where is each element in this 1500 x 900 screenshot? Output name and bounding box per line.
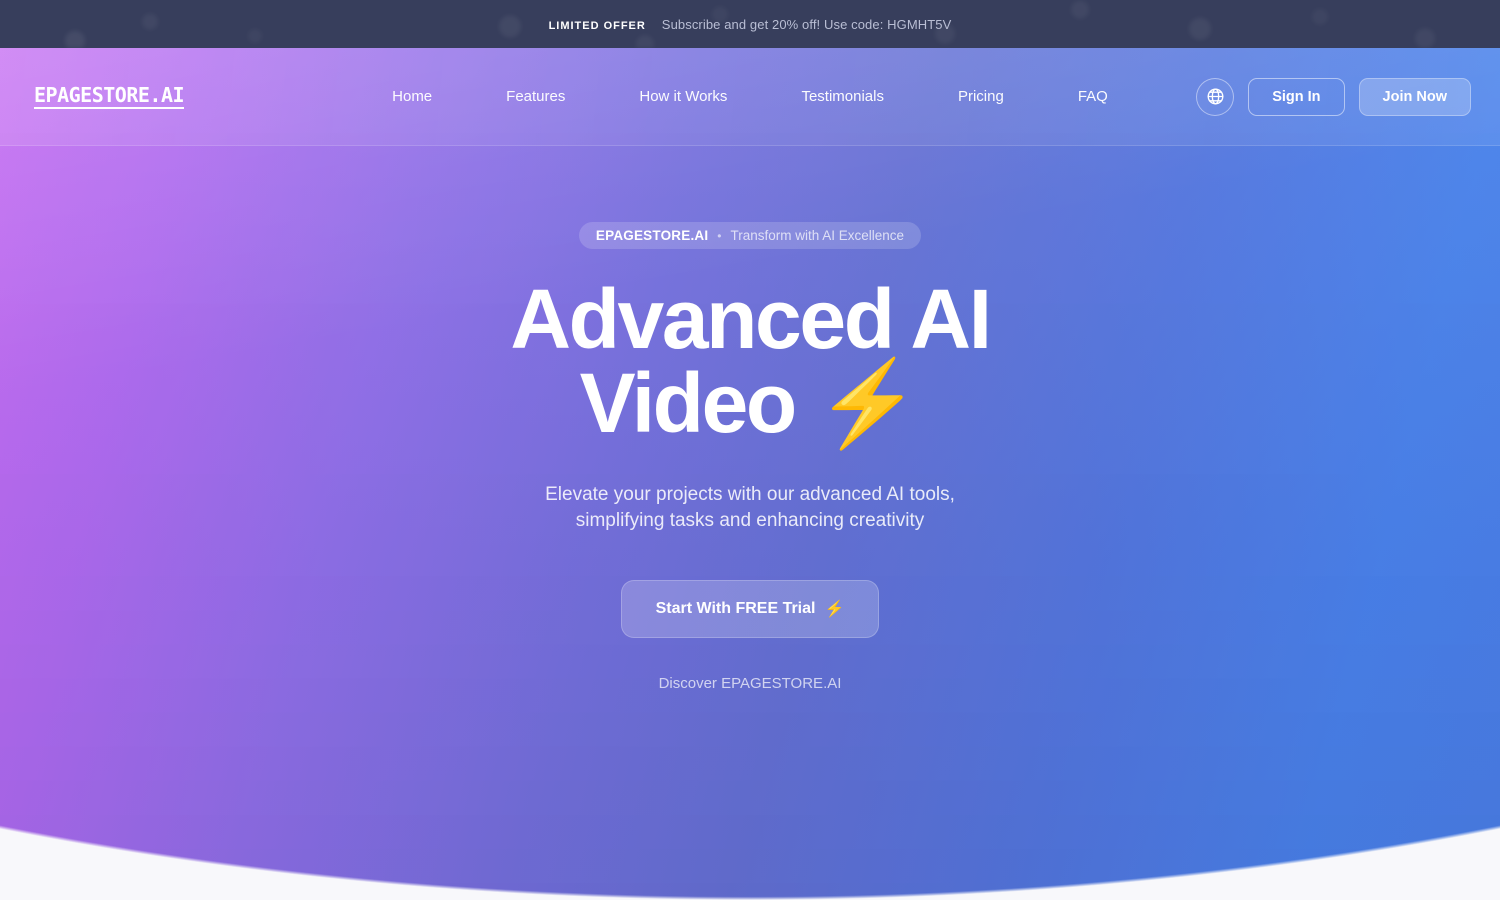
main-navbar: EPAGESTORE.AI Home Features How it Works… <box>0 48 1500 146</box>
hero-badge-separator: • <box>717 228 722 243</box>
hero-subtitle: Elevate your projects with our advanced … <box>545 484 955 531</box>
promo-banner-content: LIMITED OFFER Subscribe and get 20% off!… <box>549 17 952 32</box>
hero-badge-tagline: Transform with AI Excellence <box>730 228 905 243</box>
hero-badge: EPAGESTORE.AI • Transform with AI Excell… <box>578 222 922 249</box>
start-free-trial-button[interactable]: Start With FREE Trial ⚡ <box>620 580 880 639</box>
page-root: LIMITED OFFER Subscribe and get 20% off!… <box>0 0 1500 900</box>
nav-link-features[interactable]: Features <box>469 89 602 104</box>
start-free-trial-label: Start With FREE Trial <box>655 600 816 618</box>
hero-badge-brand: EPAGESTORE.AI <box>595 228 709 243</box>
navbar-actions: Sign In Join Now <box>1196 77 1471 116</box>
promo-tag-label: LIMITED OFFER <box>548 19 646 32</box>
nav-link-faq[interactable]: FAQ <box>1041 89 1145 104</box>
nav-link-testimonials[interactable]: Testimonials <box>764 89 921 104</box>
nav-link-how-it-works[interactable]: How it Works <box>602 89 764 104</box>
promo-banner: LIMITED OFFER Subscribe and get 20% off!… <box>0 0 1500 48</box>
nav-link-home[interactable]: Home <box>355 89 469 104</box>
lightning-bolt-icon: ⚡ <box>815 356 921 450</box>
hero-headline-line1: Advanced AI <box>510 272 992 366</box>
nav-link-pricing[interactable]: Pricing <box>921 89 1041 104</box>
hero-content: EPAGESTORE.AI • Transform with AI Excell… <box>0 48 1500 900</box>
sign-in-button[interactable]: Sign In <box>1248 77 1345 116</box>
globe-icon <box>1206 87 1225 106</box>
language-selector-button[interactable] <box>1196 77 1235 116</box>
lightning-bolt-icon: ⚡ <box>824 601 845 619</box>
discover-link[interactable]: Discover EPAGESTORE.AI <box>659 675 842 692</box>
join-now-button[interactable]: Join Now <box>1358 77 1471 116</box>
hero-headline: Advanced AI Video ⚡ <box>510 277 992 445</box>
promo-message: Subscribe and get 20% off! Use code: HGM… <box>661 16 952 32</box>
hero-headline-line2: Video <box>579 356 798 450</box>
